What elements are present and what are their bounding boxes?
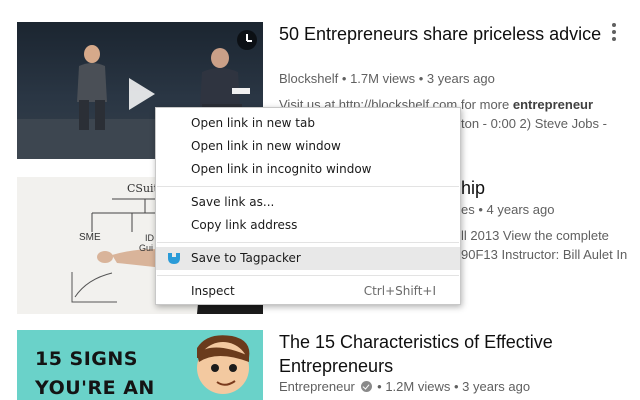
video-meta: es • 4 years ago — [461, 202, 555, 217]
channel-name[interactable]: Blockshelf — [279, 71, 338, 86]
more-actions-icon[interactable] — [611, 23, 617, 41]
whiteboard-label: ID — [145, 233, 154, 243]
thumbnail-text: YOU'RE AN — [35, 377, 155, 399]
video-description-line2: 90F13 Instructor: Bill Aulet In — [461, 247, 628, 262]
menu-item-inspect[interactable]: Inspect Ctrl+Shift+I — [156, 280, 460, 303]
menu-divider — [157, 275, 459, 276]
tagpacker-icon — [168, 253, 180, 264]
shortcut-label: Ctrl+Shift+I — [363, 284, 436, 298]
video-title[interactable]: The 15 Characteristics of Effective Entr… — [279, 330, 604, 378]
upload-age: 3 years ago — [426, 71, 495, 86]
menu-item-open-new-window[interactable]: Open link in new window — [156, 135, 460, 158]
context-menu: Open link in new tab Open link in new wi… — [155, 107, 461, 305]
channel-name[interactable]: Entrepreneur — [279, 379, 355, 394]
whiteboard-label: SME — [79, 232, 101, 243]
video-meta: Entrepreneur • 1.2M views • 3 years ago — [279, 379, 531, 394]
view-count: 1.7M views — [350, 71, 416, 86]
watch-later-icon[interactable] — [237, 30, 257, 50]
thumbnail-text: 15 SIGNS — [35, 348, 138, 370]
video-title[interactable]: hip — [461, 176, 604, 200]
whiteboard-label: Gui — [139, 243, 154, 253]
video-thumbnail[interactable]: 15 SIGNS YOU'RE AN — [17, 330, 263, 400]
video-meta: Blockshelf • 1.7M views • 3 years ago — [279, 71, 495, 86]
menu-divider — [157, 242, 459, 243]
cartoon-character — [197, 335, 250, 394]
speaker-figure — [77, 45, 107, 130]
menu-item-copy-link-address[interactable]: Copy link address — [156, 214, 460, 237]
verified-badge-icon — [360, 381, 372, 392]
menu-divider — [157, 186, 459, 187]
upload-age: 4 years ago — [486, 202, 555, 217]
menu-item-save-link-as[interactable]: Save link as... — [156, 191, 460, 214]
video-description-line2: ton - 0:00 2) Steve Jobs - — [461, 116, 607, 131]
video-description: ll 2013 View the complete — [461, 228, 609, 243]
play-icon — [129, 78, 155, 110]
video-title[interactable]: 50 Entrepreneurs share priceless advice — [279, 22, 604, 46]
view-count: 1.2M views — [385, 379, 451, 394]
menu-item-open-new-tab[interactable]: Open link in new tab — [156, 112, 460, 135]
menu-item-save-to-tagpacker[interactable]: Save to Tagpacker — [156, 247, 460, 270]
menu-item-open-incognito[interactable]: Open link in incognito window — [156, 158, 460, 181]
upload-age: 3 years ago — [462, 379, 531, 394]
